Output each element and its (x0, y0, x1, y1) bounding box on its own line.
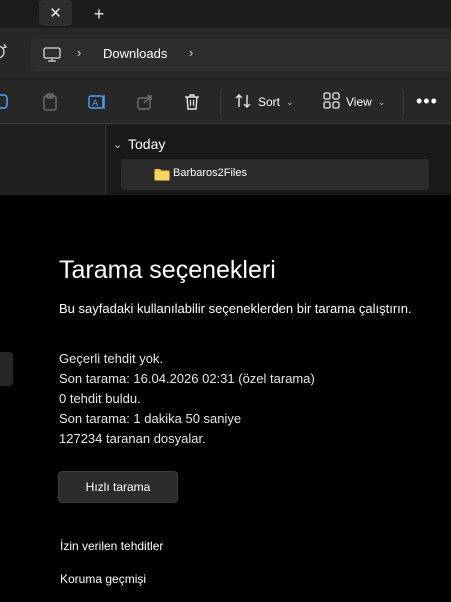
tab-bar: ✕ + (0, 0, 451, 28)
scan-status: Geçerli tehdit yok. Son tarama: 16.04.20… (59, 349, 315, 449)
navigation-pane (0, 125, 106, 195)
close-tab-button[interactable]: ✕ (39, 0, 72, 26)
sort-button[interactable]: Sort ⌄ (234, 92, 294, 112)
page-description: Bu sayfadaki kullanılabilir seçeneklerde… (59, 301, 412, 316)
breadcrumb-chevron-icon[interactable]: › (77, 45, 81, 60)
sort-label: Sort (258, 95, 281, 109)
page-title: Tarama seçenekleri (59, 256, 276, 284)
file-explorer-window: ✕ + › Downloads › A Sort ⌄ View ⌄ ••• ⌄ … (0, 0, 451, 195)
address-bar[interactable]: › Downloads › (31, 39, 451, 71)
breadcrumb-downloads[interactable]: Downloads (103, 46, 167, 61)
chevron-down-icon[interactable]: ⌄ (113, 138, 122, 151)
paste-icon[interactable] (40, 92, 60, 112)
folder-icon (154, 168, 170, 181)
svg-text:A: A (92, 99, 99, 109)
quick-scan-button[interactable]: Hızlı tarama (58, 471, 178, 503)
allowed-threats-link[interactable]: İzin verilen tehditler (60, 539, 163, 553)
sidebar-selected-item[interactable] (0, 352, 13, 386)
status-last-scan: Son tarama: 16.04.2026 02:31 (özel taram… (59, 371, 315, 386)
command-bar: A Sort ⌄ View ⌄ ••• (0, 80, 451, 124)
file-list-pane: ⌄ Today Barbaros2Files (107, 125, 451, 195)
address-row: › Downloads › (0, 28, 451, 78)
view-grid-icon (323, 92, 340, 112)
group-header-today[interactable]: Today (128, 136, 165, 152)
view-button[interactable]: View ⌄ (323, 92, 385, 112)
command-separator (403, 90, 404, 114)
status-threats: Geçerli tehdit yok. (59, 351, 164, 366)
refresh-icon[interactable] (0, 42, 14, 64)
command-separator (220, 90, 221, 114)
status-scan-duration: Son tarama: 1 dakika 50 saniye (59, 411, 242, 426)
delete-icon[interactable] (182, 92, 202, 112)
protection-history-link[interactable]: Koruma geçmişi (60, 572, 146, 586)
new-tab-button[interactable]: + (86, 2, 112, 26)
chevron-down-icon: ⌄ (377, 96, 386, 107)
more-options-button[interactable]: ••• (416, 91, 438, 112)
monitor-icon (43, 47, 61, 62)
breadcrumb-chevron-icon[interactable]: › (189, 45, 193, 60)
status-files-scanned: 127234 taranan dosyalar. (59, 431, 206, 446)
file-name: Barbaros2Files (173, 167, 247, 179)
sort-icon (234, 93, 252, 112)
status-threats-found: 0 tehdit buldu. (59, 391, 141, 406)
view-label: View (346, 95, 372, 109)
file-row[interactable]: Barbaros2Files (121, 159, 429, 190)
chevron-down-icon: ⌄ (286, 96, 294, 107)
new-item-icon[interactable] (0, 92, 12, 112)
rename-icon[interactable]: A (87, 92, 107, 112)
share-icon[interactable] (135, 92, 155, 112)
